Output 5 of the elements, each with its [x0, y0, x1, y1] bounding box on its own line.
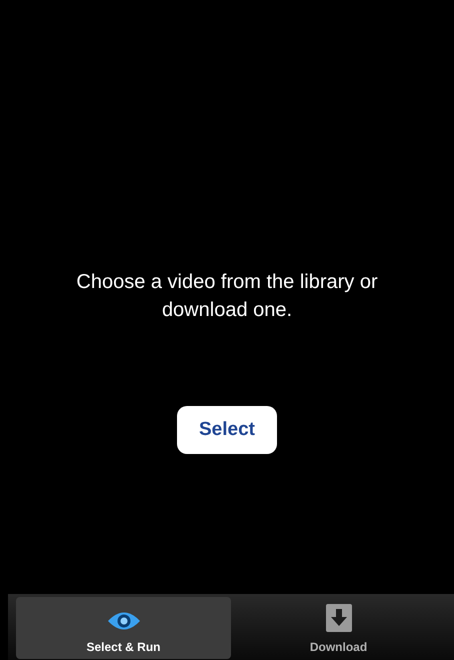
tab[interactable]: Download — [231, 597, 446, 659]
select-button[interactable]: Select — [177, 406, 277, 454]
eye-icon — [106, 610, 140, 632]
instruction-text: Choose a video from the library or download one. — [75, 270, 379, 323]
tab[interactable]: Select & Run — [16, 597, 231, 659]
